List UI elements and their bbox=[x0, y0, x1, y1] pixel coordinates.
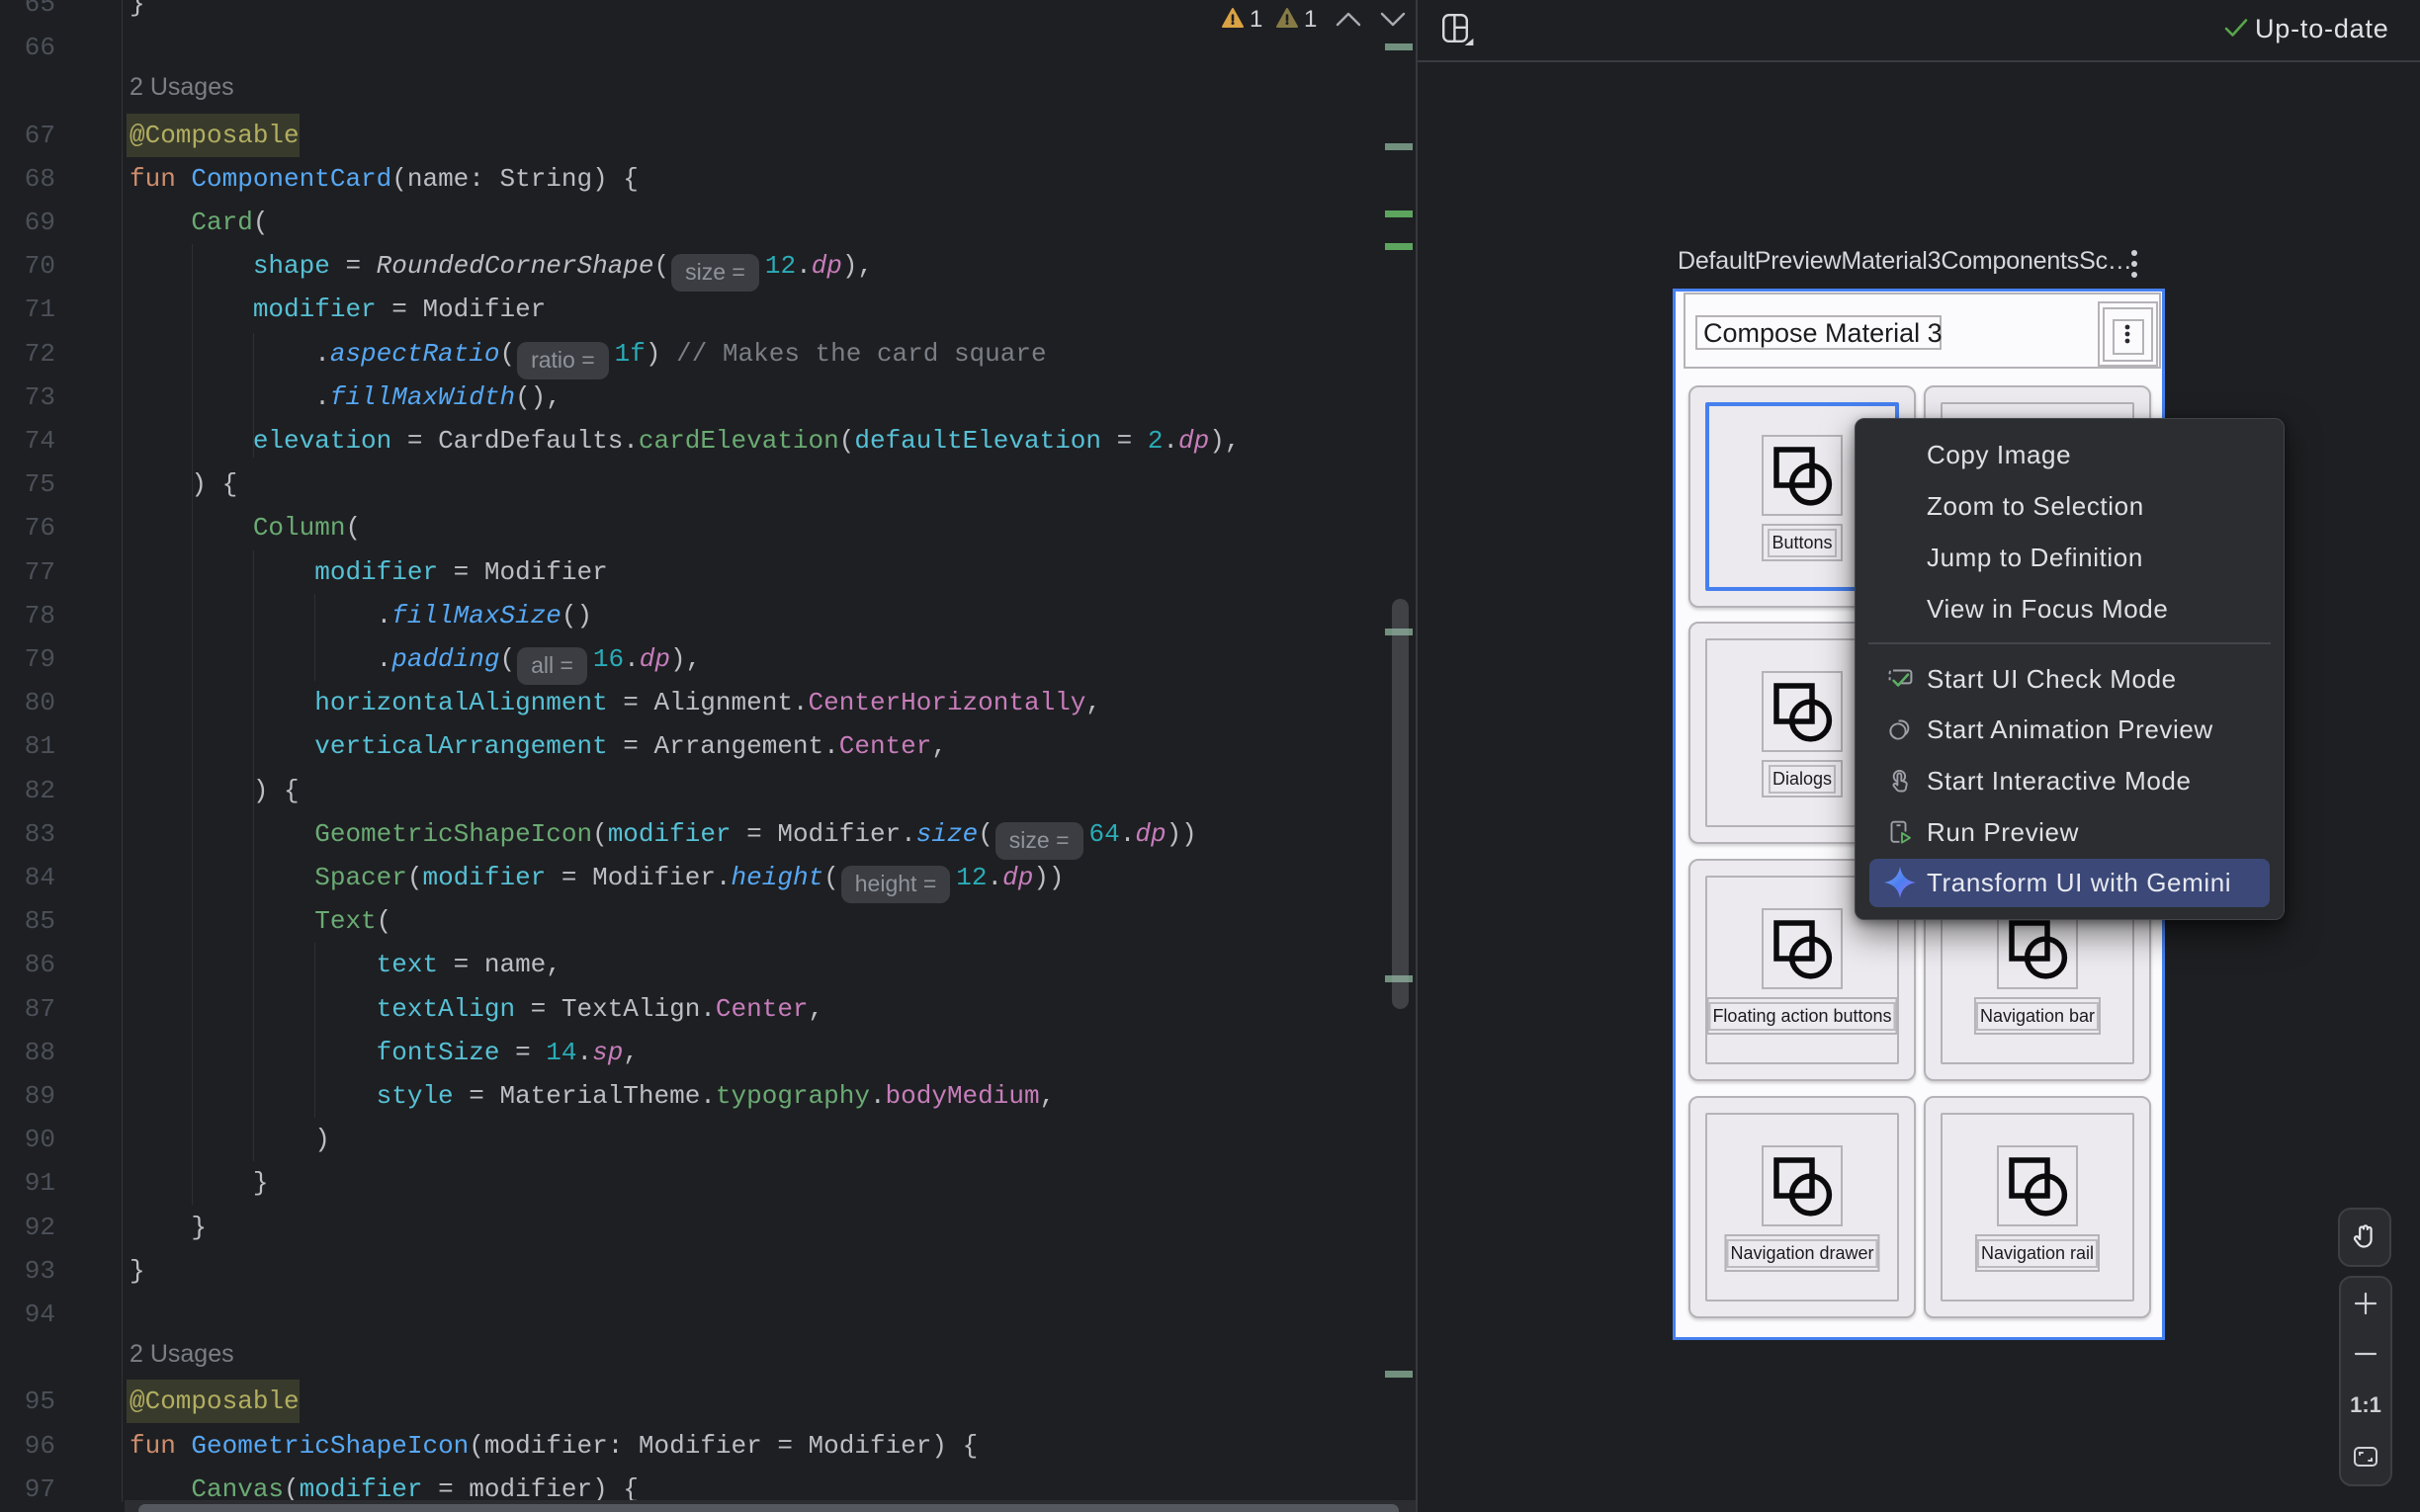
svg-text:1: 1 bbox=[1304, 6, 1317, 33]
svg-text:1: 1 bbox=[1250, 6, 1262, 33]
